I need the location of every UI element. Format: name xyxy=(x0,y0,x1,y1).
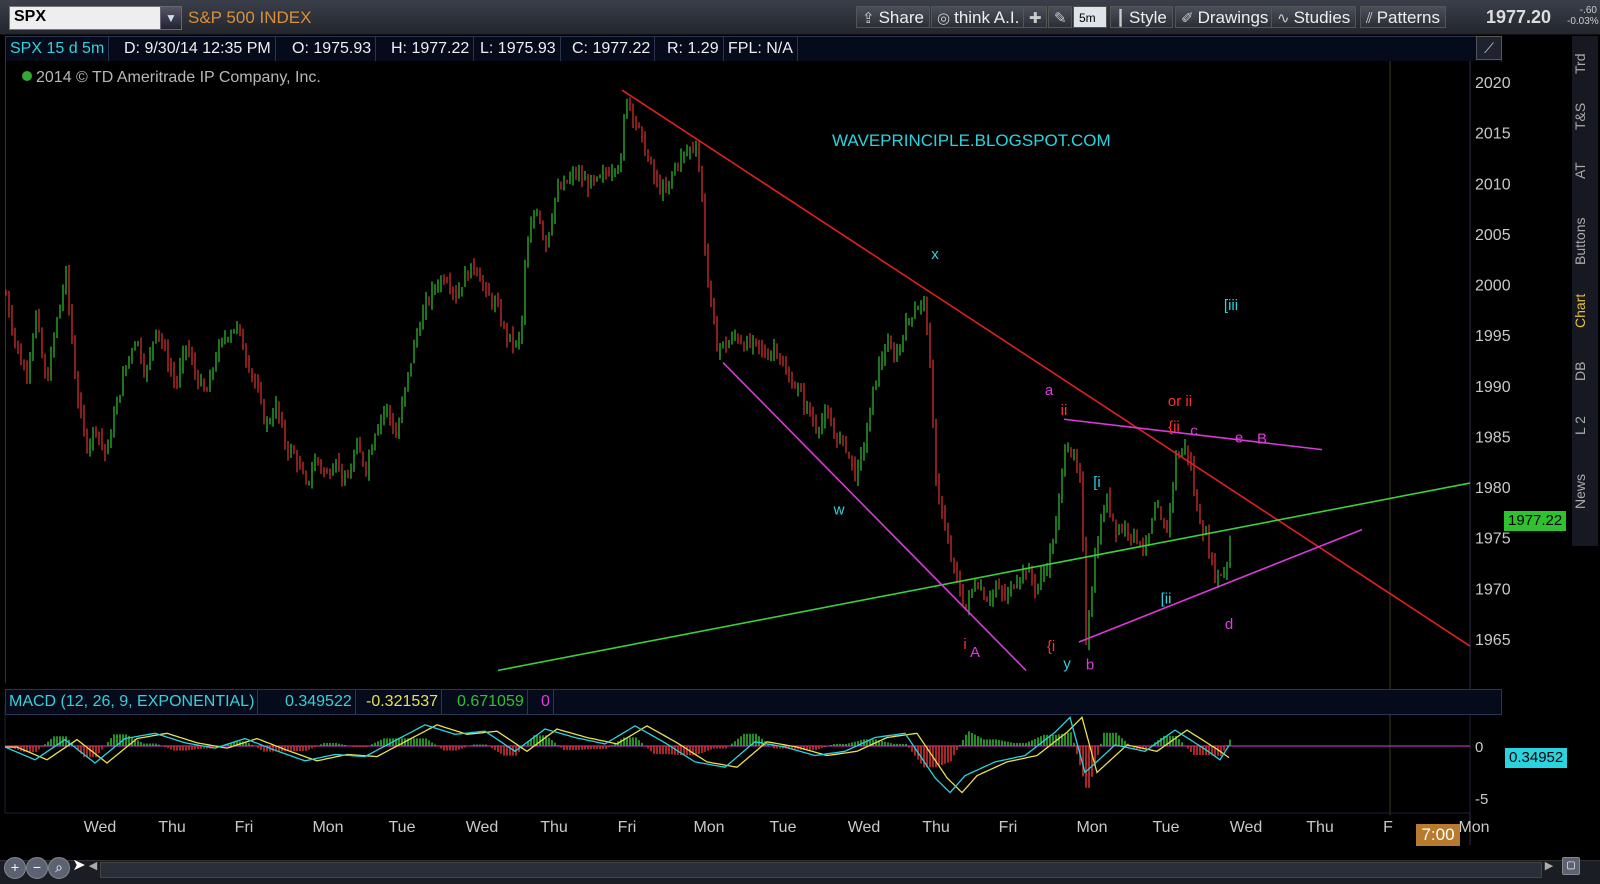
time-axis-tick-label: Wed xyxy=(466,819,499,836)
style-label: Style xyxy=(1129,8,1167,27)
wrench-icon: ✎ xyxy=(1054,10,1067,27)
time-axis-tick-label: Thu xyxy=(1306,819,1334,836)
bar-date: D: 9/30/14 12:35 PM xyxy=(120,37,276,61)
patterns-label: Patterns xyxy=(1376,8,1441,27)
pencil-icon: ✐ xyxy=(1181,10,1194,27)
macd-axis-tick-label: -5 xyxy=(1475,791,1488,808)
bar-close: C: 1977.22 xyxy=(568,37,656,61)
macd-price-tag: 0.34952 xyxy=(1505,748,1568,768)
time-axis-tick-label: Fri xyxy=(618,819,637,836)
last-price: 1977.20 xyxy=(1486,7,1552,27)
style-button[interactable]: ┃ Style xyxy=(1110,6,1173,28)
time-axis-tick-label: Mon xyxy=(693,819,724,836)
macd-value: 0.349522 xyxy=(282,690,356,714)
think-ai-button[interactable]: ◎ think A.I. xyxy=(931,6,1026,28)
symbol-field-box xyxy=(9,6,161,30)
time-axis-tick-label: Tue xyxy=(389,819,416,836)
share-icon: ⇪ xyxy=(862,10,875,27)
macd-average-line xyxy=(5,716,1230,794)
settings-button[interactable]: ✎ xyxy=(1048,6,1072,28)
macd-value-line xyxy=(4,716,1230,794)
time-axis-tick-label: Tue xyxy=(770,819,797,836)
bar-high: H: 1977.22 xyxy=(387,37,475,61)
patterns-icon: ⫽ xyxy=(1366,10,1373,27)
tab-db[interactable]: DB xyxy=(1572,351,1598,391)
zoom-out-icon[interactable]: − xyxy=(26,857,48,879)
copyright-notice: 2014 © TD Ameritrade IP Company, Inc. xyxy=(22,69,321,87)
macd-diff: 0.671059 xyxy=(454,690,528,714)
chart-settings-icon[interactable]: ⟋ xyxy=(1476,36,1502,60)
share-button[interactable]: ⇪ Share xyxy=(856,6,930,28)
tools-button[interactable]: ✚ xyxy=(1023,6,1047,28)
style-icon: ┃ xyxy=(1116,10,1126,27)
tab-news[interactable]: News xyxy=(1572,461,1598,521)
studies-icon: ∿ xyxy=(1277,10,1290,27)
interval-button[interactable]: 5m xyxy=(1073,6,1107,28)
time-axis-tick-label: Mon xyxy=(1076,819,1107,836)
magnifier-icon[interactable]: ⌕ xyxy=(48,857,70,879)
share-label: Share xyxy=(878,8,924,27)
crosshair-tool-icon: ✚ xyxy=(1029,10,1042,27)
copyright-text: 2014 © TD Ameritrade IP Company, Inc. xyxy=(36,69,321,86)
macd-panel-frame xyxy=(4,704,1471,814)
bar-range: R: 1.29 xyxy=(663,37,724,61)
think-ai-label: think A.I. xyxy=(954,8,1020,27)
symbol-dropdown-button[interactable]: ▼ xyxy=(160,6,182,30)
macd-axis-tick-label: 0 xyxy=(1475,739,1483,756)
chart-symbol-period[interactable]: SPX 15 d 5m xyxy=(6,37,110,61)
time-axis-tick-label: Thu xyxy=(158,819,186,836)
tab-level-2[interactable]: L 2 xyxy=(1572,401,1598,451)
time-axis-tick-label: Wed xyxy=(848,819,881,836)
percent-change: -0.03% xyxy=(1567,16,1599,27)
tab-trade[interactable]: Trd xyxy=(1572,44,1598,84)
time-axis-tick-label: Fri xyxy=(235,819,254,836)
time-scrollbar[interactable] xyxy=(100,862,1542,878)
macd-label[interactable]: MACD (12, 26, 9, EXPONENTIAL) xyxy=(6,690,259,714)
ohlc-info-bar: SPX 15 d 5m D: 9/30/14 12:35 PM O: 1975.… xyxy=(5,36,1502,62)
scroll-left-icon[interactable]: ◀ xyxy=(86,857,100,875)
studies-label: Studies xyxy=(1293,8,1351,27)
studies-button[interactable]: ∿ Studies xyxy=(1271,6,1357,28)
bar-fpl: FPL: N/A xyxy=(724,37,798,61)
macd-avg: -0.321537 xyxy=(363,690,443,714)
time-axis-tick-label: Mon xyxy=(312,819,343,836)
macd-zero: 0 xyxy=(538,690,554,714)
macd-header: MACD (12, 26, 9, EXPONENTIAL) 0.349522 -… xyxy=(5,689,1502,715)
status-dot-icon xyxy=(22,71,32,81)
think-ai-icon: ◎ xyxy=(937,10,951,27)
time-axis-tick-label: Tue xyxy=(1153,819,1180,836)
drawings-button[interactable]: ✐ Drawings xyxy=(1175,6,1275,28)
tab-active-trader[interactable]: AT xyxy=(1572,151,1598,191)
time-axis-tick-label: Thu xyxy=(540,819,568,836)
symbol-input[interactable] xyxy=(10,7,158,27)
expand-icon[interactable]: ▢ xyxy=(1562,857,1580,875)
index-name: S&P 500 INDEX xyxy=(188,8,312,27)
cursor-icon[interactable]: ➤ xyxy=(72,857,86,875)
drawings-label: Drawings xyxy=(1197,8,1269,27)
time-axis-tick-label: Fri xyxy=(999,819,1018,836)
zoom-in-icon[interactable]: + xyxy=(4,857,26,879)
time-box: 7:00 xyxy=(1416,824,1460,846)
price-chart-area[interactable] xyxy=(5,61,1501,683)
right-side-tabs: Trd T&S AT Buttons Chart DB L 2 News xyxy=(1572,36,1598,546)
time-axis-tick-label: Thu xyxy=(922,819,950,836)
time-axis-tick-label: Wed xyxy=(1230,819,1263,836)
tab-chart[interactable]: Chart xyxy=(1572,286,1598,336)
price-change: -.60 -0.03% xyxy=(1567,5,1599,27)
bar-open: O: 1975.93 xyxy=(288,37,377,61)
time-axis-tick-label: Mon xyxy=(1458,819,1489,836)
tab-buttons[interactable]: Buttons xyxy=(1572,206,1598,276)
watermark-text: WAVEPRINCIPLE.BLOGSPOT.COM xyxy=(832,131,1111,150)
scroll-right-icon[interactable]: ▶ xyxy=(1542,857,1556,875)
bar-low: L: 1975.93 xyxy=(476,37,561,61)
time-axis-tick-label: F xyxy=(1383,819,1393,836)
net-change: -.60 xyxy=(1579,5,1597,16)
last-price-tag: 1977.22 xyxy=(1504,511,1567,531)
top-toolbar: ▼ S&P 500 INDEX ⇪Share ◎think A.I. ✚ ✎ 5… xyxy=(0,0,1600,35)
tab-time-and-sales[interactable]: T&S xyxy=(1572,96,1598,136)
patterns-button[interactable]: ⫽ Patterns xyxy=(1360,6,1447,28)
time-axis-tick-label: Wed xyxy=(84,819,117,836)
